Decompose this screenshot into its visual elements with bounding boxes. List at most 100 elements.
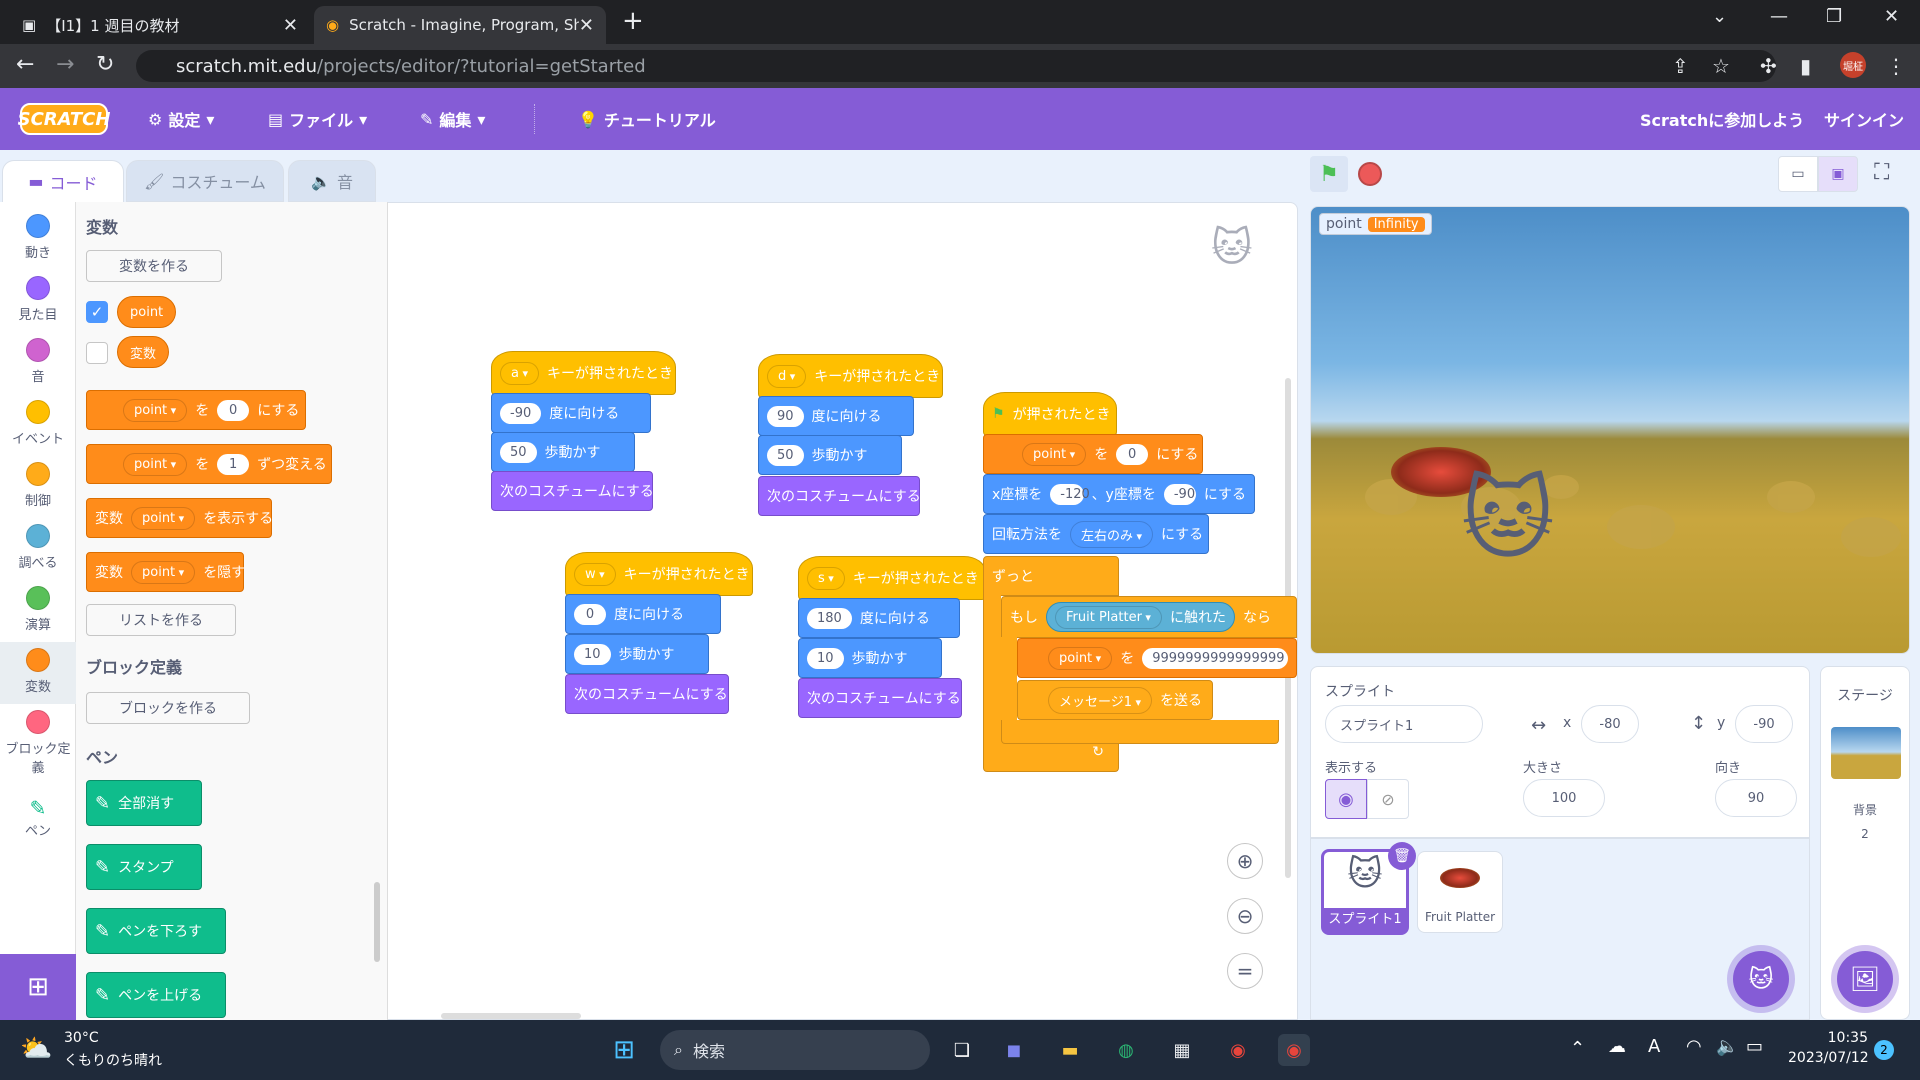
url-bar[interactable]: scratch.mit.edu/projects/editor/?tutoria… xyxy=(136,50,1776,82)
settings-menu[interactable]: ⚙ 設定 ▾ xyxy=(148,88,214,150)
steps-input[interactable]: 50 xyxy=(767,444,804,466)
zoom-in-icon[interactable]: ⊕ xyxy=(1227,843,1263,879)
point-in-direction-block[interactable]: -90 度に向ける xyxy=(491,393,651,433)
point-checkbox[interactable]: ✓ xyxy=(86,301,108,323)
when-flag-clicked-block[interactable]: ⚑ が押されたとき xyxy=(983,392,1117,436)
share-icon[interactable]: ⇪ xyxy=(1672,54,1689,78)
clock-date[interactable]: 2023/07/12 xyxy=(1788,1050,1869,1066)
horizontal-scrollbar[interactable] xyxy=(441,1013,581,1019)
weather-text[interactable]: くもりのち晴れ xyxy=(64,1050,162,1070)
chrome-icon[interactable]: ◉ xyxy=(1222,1034,1254,1066)
direction-input[interactable]: 180 xyxy=(807,607,852,629)
tab-code[interactable]: ▬ コード xyxy=(2,160,124,202)
tab-search-chevron-icon[interactable]: ⌄ xyxy=(1712,6,1727,27)
set-rotation-style-block[interactable]: 回転方法を左右のみにする xyxy=(983,514,1209,554)
make-block-button[interactable]: ブロックを作る xyxy=(86,692,250,724)
move-steps-block[interactable]: 50 歩動かす xyxy=(758,435,902,475)
value-input[interactable]: 0 xyxy=(1116,443,1149,465)
green-flag-icon[interactable]: ⚑ xyxy=(1310,156,1348,192)
pen-clear-block[interactable]: ✎ 全部消す xyxy=(86,780,202,826)
fullscreen-icon[interactable]: ⛶ xyxy=(1874,160,1889,185)
edge-icon[interactable]: ◍ xyxy=(1110,1034,1142,1066)
tab-sound[interactable]: 🔈 音 xyxy=(288,160,376,202)
point-in-direction-block[interactable]: 0 度に向ける xyxy=(565,594,721,634)
y-input[interactable]: -90 xyxy=(1163,483,1196,505)
set-variable-block[interactable]: point を0 にする xyxy=(983,434,1203,474)
move-steps-block[interactable]: 10 歩動かす xyxy=(798,638,942,678)
change-variable-block[interactable]: point を1 ずつ変える xyxy=(86,444,332,484)
category-sensing[interactable]: 調べる xyxy=(0,524,76,571)
file-explorer-icon[interactable]: ▬ xyxy=(1054,1034,1086,1066)
next-costume-block[interactable]: 次のコスチュームにする xyxy=(758,476,921,516)
go-to-xy-block[interactable]: x座標を -120 、y座標を -90 にする xyxy=(983,474,1255,514)
bookmark-star-icon[interactable]: ☆ xyxy=(1712,54,1730,78)
make-variable-button[interactable]: 変数を作る xyxy=(86,250,222,282)
file-menu[interactable]: ▤ ファイル ▾ xyxy=(268,88,367,150)
stage-selector[interactable]: ステージ 背景 2 🖼 xyxy=(1820,666,1910,1020)
move-steps-block[interactable]: 50 歩動かす xyxy=(491,432,635,472)
forever-block[interactable]: ずっと xyxy=(983,556,1119,596)
show-eye-icon[interactable]: ◉ xyxy=(1325,779,1367,819)
add-backdrop-button[interactable]: 🖼 xyxy=(1837,951,1893,1007)
pen-down-block[interactable]: ✎ ペンを下ろす xyxy=(86,908,226,954)
when-key-pressed-block[interactable]: w キーが押されたとき xyxy=(565,552,753,596)
key-dropdown[interactable]: d xyxy=(767,364,807,388)
variable-dropdown[interactable]: point xyxy=(123,452,188,476)
cloud-icon[interactable]: ☁ xyxy=(1608,1036,1626,1057)
add-sprite-button[interactable]: 🐱 xyxy=(1733,951,1789,1007)
direction-input[interactable]: -90 xyxy=(500,402,542,424)
next-costume-block[interactable]: 次のコスチュームにする xyxy=(798,678,962,718)
join-scratch-link[interactable]: Scratchに参加しよう xyxy=(1640,88,1804,150)
trash-icon[interactable]: 🗑 xyxy=(1388,842,1416,870)
forward-icon[interactable]: → xyxy=(56,52,74,77)
extensions-icon[interactable]: ✣ xyxy=(1760,54,1777,78)
when-key-pressed-block[interactable]: a キーが押されたとき xyxy=(491,351,676,395)
steps-input[interactable]: 10 xyxy=(574,643,611,665)
back-icon[interactable]: ← xyxy=(16,52,34,77)
x-input[interactable]: -80 xyxy=(1581,705,1639,743)
move-steps-block[interactable]: 10 歩動かす xyxy=(565,634,709,674)
zoom-reset-icon[interactable]: = xyxy=(1227,953,1263,989)
direction-input[interactable]: 90 xyxy=(767,405,804,427)
edit-menu[interactable]: ✎ 編集 ▾ xyxy=(420,88,485,150)
hide-eye-icon[interactable]: ⊘ xyxy=(1367,779,1409,819)
category-motion[interactable]: 動き xyxy=(0,214,76,261)
close-window-icon[interactable]: ✕ xyxy=(1884,6,1899,27)
small-stage-icon[interactable]: ▭ xyxy=(1778,156,1818,192)
category-variables[interactable]: 変数 xyxy=(0,642,76,704)
pen-up-block[interactable]: ✎ ペンを上げる xyxy=(86,972,226,1018)
point-reporter[interactable]: point xyxy=(117,296,177,328)
key-dropdown[interactable]: a xyxy=(500,361,539,385)
notification-badge[interactable]: 2 xyxy=(1874,1040,1894,1060)
make-list-button[interactable]: リストを作る xyxy=(86,604,236,636)
next-costume-block[interactable]: 次のコスチュームにする xyxy=(565,674,729,714)
category-sound[interactable]: 音 xyxy=(0,338,76,385)
chat-icon[interactable]: ◼ xyxy=(998,1034,1030,1066)
hide-variable-block[interactable]: 変数 point を隠す xyxy=(86,552,245,592)
sprite-tile-selected[interactable]: 🐱 スプライト1 🗑 xyxy=(1321,842,1416,935)
category-looks[interactable]: 見た目 xyxy=(0,276,76,323)
pen-stamp-block[interactable]: ✎ スタンプ xyxy=(86,844,202,890)
wifi-icon[interactable]: ◠ xyxy=(1686,1036,1702,1057)
cat-sprite[interactable]: 🐱 xyxy=(1461,467,1555,572)
ime-icon[interactable]: A xyxy=(1648,1036,1660,1057)
direction-input[interactable]: 0 xyxy=(574,603,606,625)
zoom-out-icon[interactable]: ⊖ xyxy=(1227,898,1263,934)
if-then-block[interactable]: もし Fruit Platter に触れたなら xyxy=(1001,596,1297,638)
set-variable-block[interactable]: point を 9999999999999999 xyxy=(1017,638,1297,678)
battery-icon[interactable]: ▭ xyxy=(1746,1036,1763,1057)
variable-reporter[interactable]: 変数 xyxy=(117,336,170,368)
value-input[interactable]: 1 xyxy=(217,453,250,475)
browser-tab-2[interactable]: ◉ Scratch - Imagine, Program, Shar ✕ xyxy=(314,6,606,44)
point-in-direction-block[interactable]: 90 度に向ける xyxy=(758,396,914,436)
browser-tab-1[interactable]: ▣ 【I1】1 週目の教材 ✕ xyxy=(10,6,310,44)
key-dropdown[interactable]: s xyxy=(807,566,845,590)
variable-dropdown[interactable]: point xyxy=(131,506,196,530)
next-costume-block[interactable]: 次のコスチュームにする xyxy=(491,471,654,511)
show-variable-block[interactable]: 変数 point を表示する xyxy=(86,498,273,538)
steps-input[interactable]: 50 xyxy=(500,441,537,463)
size-input[interactable]: 100 xyxy=(1523,779,1605,817)
side-panel-icon[interactable]: ▮ xyxy=(1800,54,1811,78)
value-input[interactable]: 9999999999999999 xyxy=(1142,647,1288,669)
point-in-direction-block[interactable]: 180 度に向ける xyxy=(798,598,960,638)
